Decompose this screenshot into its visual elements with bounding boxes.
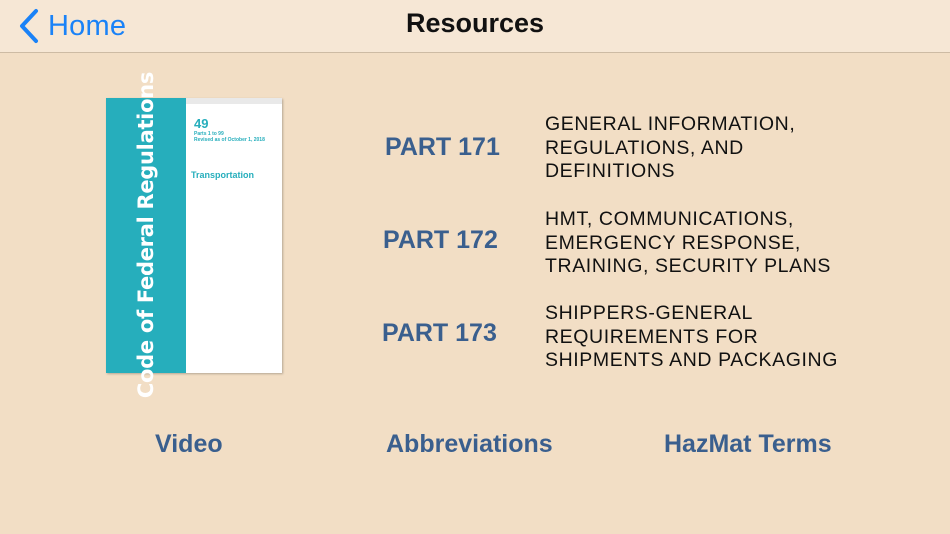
part-173-description: SHIPPERS-GENERAL REQUIREMENTS FOR SHIPME… (545, 302, 838, 373)
part-173-description-line: SHIPPERS-GENERAL (545, 302, 753, 324)
cfr-book-cover-image: Code of Federal Regulations 49 Parts 1 t… (106, 72, 282, 398)
book-spine-title: Code of Federal Regulations (134, 71, 158, 399)
video-link[interactable]: Video (155, 430, 223, 459)
part-172-description-line: EMERGENCY RESPONSE, (545, 231, 801, 254)
part-172-description: HMT, COMMUNICATIONS, EMERGENCY RESPONSE,… (545, 208, 831, 279)
part-171-description-line: REGULATIONS, AND (545, 136, 744, 159)
part-172-description-line: TRAINING, SECURITY PLANS (545, 255, 832, 277)
part-172-description-line: HMT, COMMUNICATIONS, (545, 208, 794, 230)
book-title-number: 49 (194, 116, 209, 131)
part-173-description-line: SHIPMENTS AND PACKAGING (545, 349, 838, 371)
book-subtitle-revised: Revised as of October 1, 2018 (194, 137, 265, 143)
book-cover-label: Transportation (191, 170, 255, 180)
hazmat-terms-link[interactable]: HazMat Terms (664, 430, 832, 459)
part-171-description: GENERAL INFORMATION, REGULATIONS, AND DE… (545, 113, 795, 184)
navigation-bar: Home Resources (0, 0, 950, 53)
abbreviations-link[interactable]: Abbreviations (386, 430, 553, 459)
part-172-link[interactable]: PART 172 (383, 226, 498, 255)
part-173-description-line: REQUIREMENTS FOR (545, 325, 759, 348)
part-173-link[interactable]: PART 173 (382, 319, 497, 348)
page-title: Resources (405, 8, 545, 38)
part-171-link[interactable]: PART 171 (385, 133, 500, 162)
part-171-description-line: GENERAL INFORMATION, (545, 113, 796, 135)
part-171-description-line: DEFINITIONS (545, 160, 676, 182)
